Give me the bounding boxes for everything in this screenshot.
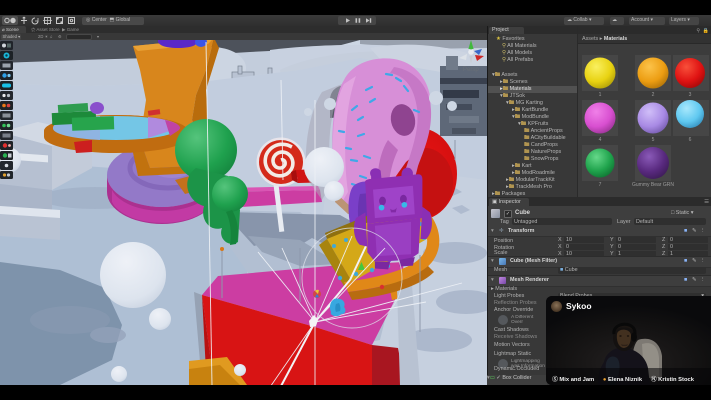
svg-text:7: 7 <box>599 182 602 188</box>
svg-text:Persp: Persp <box>463 67 479 73</box>
svg-text:4: 4 <box>599 137 602 143</box>
svg-text:3: 3 <box>689 92 692 98</box>
svg-text:2: 2 <box>652 92 655 98</box>
svg-text:1: 1 <box>599 92 602 98</box>
svg-text:Gummy Bear GRN: Gummy Bear GRN <box>632 182 674 188</box>
svg-text:5: 5 <box>652 137 655 143</box>
svg-text:6: 6 <box>689 137 692 143</box>
